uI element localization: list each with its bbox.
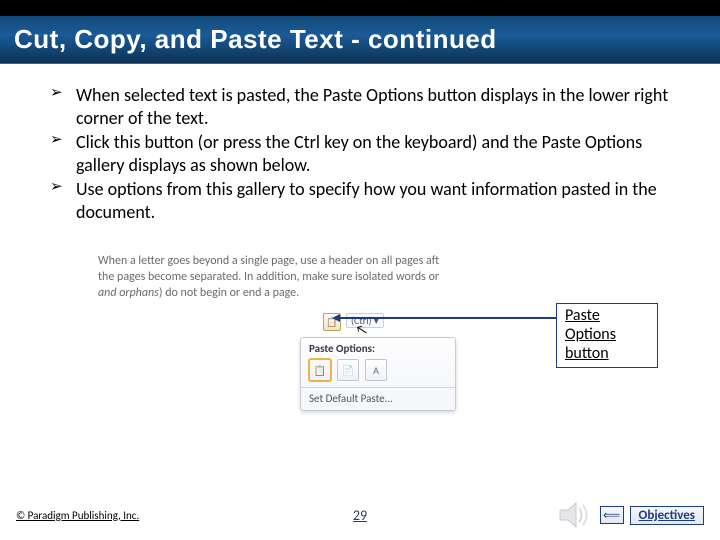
gallery-icons-row: 📋 📄 A — [301, 356, 455, 387]
paste-merge-icon[interactable]: 📄 — [337, 359, 359, 381]
doc-italic: and orphans — [98, 286, 159, 300]
copyright-text: © Paradigm Publishing, Inc. — [16, 509, 139, 522]
paste-keep-source-icon[interactable]: 📋 — [309, 359, 331, 381]
slide-footer: © Paradigm Publishing, Inc. 29 ⟸ Objecti… — [0, 498, 720, 532]
doc-line-rest: ) do not begin or end a page. — [159, 286, 299, 300]
slide-title: Cut, Copy, and Paste Text - continued — [14, 24, 497, 55]
back-button[interactable]: ⟸ — [600, 506, 624, 524]
set-default-paste[interactable]: Set Default Paste... — [301, 388, 455, 410]
figure-paste-options: When a letter goes beyond a single page,… — [98, 253, 658, 453]
doc-line: the pages become separated. In addition,… — [98, 269, 578, 285]
gallery-title: Paste Options: — [301, 338, 455, 356]
bullet-list: When selected text is pasted, the Paste … — [50, 84, 690, 223]
sample-document-text: When a letter goes beyond a single page,… — [98, 253, 578, 302]
objectives-button[interactable]: Objectives — [630, 506, 704, 525]
callout-label: Paste Options button — [556, 303, 658, 368]
objectives-label: Objectives — [639, 508, 695, 523]
bullet-item: Use options from this gallery to specify… — [50, 178, 690, 223]
slide-body: When selected text is pasted, the Paste … — [0, 64, 720, 453]
footer-controls: ⟸ Objectives — [554, 498, 704, 532]
bullet-item: Click this button (or press the Ctrl key… — [50, 131, 690, 176]
paste-options-gallery: Paste Options: 📋 📄 A Set Default Paste..… — [300, 337, 456, 411]
speaker-icon — [554, 498, 594, 532]
paste-text-only-icon[interactable]: A — [365, 359, 387, 381]
window-top-bar — [0, 0, 720, 16]
page-number: 29 — [353, 507, 367, 524]
slide-title-bar: Cut, Copy, and Paste Text - continued — [0, 16, 720, 64]
doc-line: and orphans) do not begin or end a page. — [98, 285, 578, 301]
bullet-item: When selected text is pasted, the Paste … — [50, 84, 690, 129]
arrow-left-icon: ⟸ — [603, 508, 620, 523]
doc-line: When a letter goes beyond a single page,… — [98, 253, 578, 269]
callout-arrow — [340, 317, 560, 319]
